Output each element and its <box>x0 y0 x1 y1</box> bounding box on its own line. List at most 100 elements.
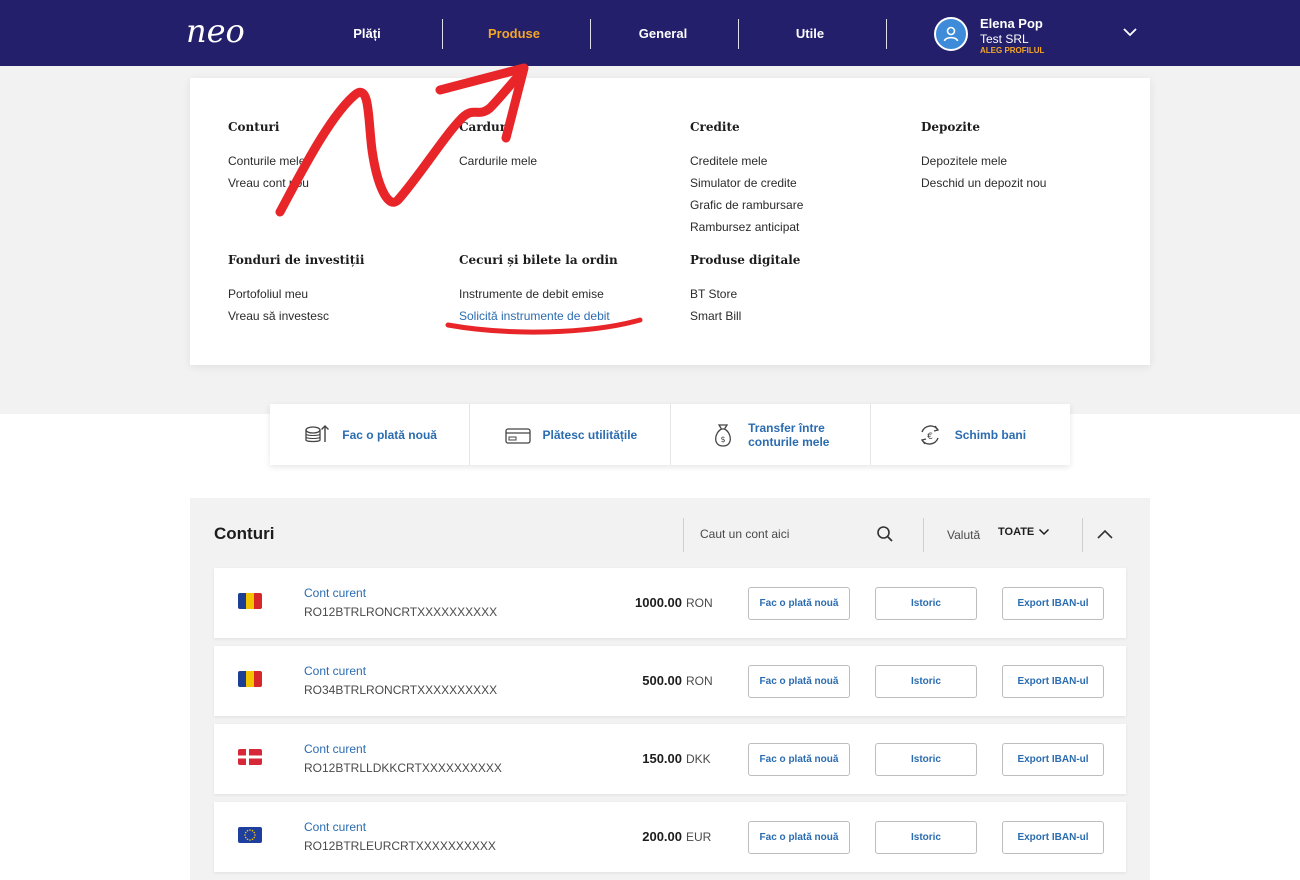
quick-action-label: Plătesc utilitățile <box>542 427 638 442</box>
quick-action-utilities[interactable]: Plătesc utilitățile <box>470 404 671 465</box>
menu-section-title: Carduri <box>459 120 511 134</box>
nav-divider <box>590 19 591 49</box>
romania-flag-icon <box>238 593 262 609</box>
accounts-title: Conturi <box>214 524 275 543</box>
account-currency: DKK <box>686 752 711 766</box>
menu-link-creditele-mele[interactable]: Creditele mele <box>690 150 803 172</box>
account-name-link[interactable]: Cont curent <box>304 586 366 600</box>
menu-section-credite: Credite Creditele mele Simulator de cred… <box>690 120 803 238</box>
export-iban-button[interactable]: Export IBAN-ul <box>1002 587 1104 620</box>
svg-text:$: $ <box>721 435 726 444</box>
account-currency: RON <box>686 674 713 688</box>
account-row[interactable]: Cont curent RO12BTRLEURCRTXXXXXXXXXX 200… <box>214 802 1126 872</box>
exchange-icon: € <box>920 424 939 445</box>
menu-link-conturile-mele[interactable]: Conturile mele <box>228 150 309 172</box>
nav-item-produse[interactable]: Produse <box>474 0 554 66</box>
new-payment-button[interactable]: Fac o plată nouă <box>748 587 850 620</box>
account-search-input[interactable] <box>700 522 870 546</box>
quick-action-label: Fac o plată nouă <box>342 427 437 442</box>
account-balance: 150.00 <box>642 751 682 766</box>
menu-link-rambursez-anticipat[interactable]: Rambursez anticipat <box>690 216 803 238</box>
quick-action-transfer[interactable]: $ Transfer între conturile mele <box>671 404 871 465</box>
menu-section-title: Conturi <box>228 120 280 134</box>
svg-text:€: € <box>927 432 933 442</box>
menu-section-title: Fonduri de investiții <box>228 253 365 267</box>
account-balance: 500.00 <box>642 673 682 688</box>
nav-divider <box>442 19 443 49</box>
history-button[interactable]: Istoric <box>875 587 977 620</box>
menu-link-solicita-instrumente[interactable]: Solicită instrumente de debit <box>459 305 618 327</box>
quick-action-exchange[interactable]: € Schimb bani <box>871 404 1070 465</box>
toolbar-divider <box>923 518 924 552</box>
menu-link-cardurile-mele[interactable]: Cardurile mele <box>459 150 537 172</box>
history-button[interactable]: Istoric <box>875 821 977 854</box>
export-iban-button[interactable]: Export IBAN-ul <box>1002 665 1104 698</box>
export-iban-button[interactable]: Export IBAN-ul <box>1002 743 1104 776</box>
menu-section-title: Credite <box>690 120 740 134</box>
menu-link-vreau-cont-nou[interactable]: Vreau cont nou <box>228 172 309 194</box>
eu-flag-icon <box>238 827 262 843</box>
account-name-link[interactable]: Cont curent <box>304 820 366 834</box>
account-row[interactable]: Cont curent RO12BTRLRONCRTXXXXXXXXXX 100… <box>214 568 1126 638</box>
profile-name: Elena Pop <box>980 16 1043 31</box>
coins-icon <box>305 424 330 442</box>
currency-filter-label: Valută <box>947 528 981 542</box>
nav-item-utile[interactable]: Utile <box>774 0 846 66</box>
account-name-link[interactable]: Cont curent <box>304 742 366 756</box>
nav-divider <box>738 19 739 49</box>
svg-text:neo: neo <box>186 14 245 48</box>
profile-switcher[interactable]: Elena Pop Test SRL ALEG PROFILUL <box>934 14 1154 58</box>
toolbar-divider <box>683 518 684 552</box>
account-iban: RO12BTRLLDKKCRTXXXXXXXXXX <box>304 761 502 775</box>
history-button[interactable]: Istoric <box>875 665 977 698</box>
nav-item-general[interactable]: General <box>624 0 702 66</box>
produse-mega-menu: Conturi Conturile mele Vreau cont nou Ca… <box>190 78 1150 365</box>
account-row[interactable]: Cont curent RO34BTRLRONCRTXXXXXXXXXX 500… <box>214 646 1126 716</box>
menu-section-conturi: Conturi Conturile mele Vreau cont nou <box>228 120 309 194</box>
account-iban: RO12BTRLRONCRTXXXXXXXXXX <box>304 605 498 619</box>
menu-section-title: Depozite <box>921 120 980 134</box>
search-icon[interactable] <box>876 525 894 543</box>
menu-link-portofoliul-meu[interactable]: Portofoliul meu <box>228 283 364 305</box>
new-payment-button[interactable]: Fac o plată nouă <box>748 665 850 698</box>
menu-section-produse-digitale: Produse digitale BT Store Smart Bill <box>690 253 800 327</box>
new-payment-button[interactable]: Fac o plată nouă <box>748 821 850 854</box>
export-iban-button[interactable]: Export IBAN-ul <box>1002 821 1104 854</box>
accounts-panel: Conturi Valută TOATE Cont curent RO12BTR… <box>190 498 1150 880</box>
currency-filter-select[interactable]: TOATE <box>998 526 1050 538</box>
menu-section-cecuri: Cecuri și bilete la ordin Instrumente de… <box>459 253 618 327</box>
quick-action-new-payment[interactable]: Fac o plată nouă <box>270 404 471 465</box>
account-name-link[interactable]: Cont curent <box>304 664 366 678</box>
user-avatar-icon <box>934 17 968 51</box>
chevron-down-icon[interactable] <box>1122 26 1138 38</box>
toolbar-divider <box>1082 518 1083 552</box>
menu-link-smart-bill[interactable]: Smart Bill <box>690 305 800 327</box>
menu-section-fonduri: Fonduri de investiții Portofoliul meu Vr… <box>228 253 364 327</box>
menu-link-vreau-sa-investesc[interactable]: Vreau să investesc <box>228 305 364 327</box>
quick-action-label: Transfer între conturile mele <box>748 420 830 449</box>
menu-link-grafic-rambursare[interactable]: Grafic de rambursare <box>690 194 803 216</box>
account-iban: RO34BTRLRONCRTXXXXXXXXXX <box>304 683 498 697</box>
menu-link-deschid-depozit[interactable]: Deschid un depozit nou <box>921 172 1046 194</box>
money-bag-icon: $ <box>715 423 732 447</box>
menu-section-carduri: Carduri Cardurile mele <box>459 120 537 172</box>
chevron-up-icon[interactable] <box>1096 526 1114 542</box>
nav-item-plati[interactable]: Plăți <box>330 0 404 66</box>
new-payment-button[interactable]: Fac o plată nouă <box>748 743 850 776</box>
history-button[interactable]: Istoric <box>875 743 977 776</box>
menu-link-instrumente-emise[interactable]: Instrumente de debit emise <box>459 283 618 305</box>
menu-link-simulator-credite[interactable]: Simulator de credite <box>690 172 803 194</box>
quick-action-label: Schimb bani <box>954 427 1027 442</box>
account-iban: RO12BTRLEURCRTXXXXXXXXXX <box>304 839 496 853</box>
romania-flag-icon <box>238 671 262 687</box>
neo-logo[interactable]: neo <box>186 14 266 48</box>
menu-section-depozite: Depozite Depozitele mele Deschid un depo… <box>921 120 1046 194</box>
switch-profile-link[interactable]: ALEG PROFILUL <box>980 46 1044 55</box>
account-currency: RON <box>686 596 713 610</box>
menu-link-bt-store[interactable]: BT Store <box>690 283 800 305</box>
menu-section-title: Produse digitale <box>690 253 801 267</box>
chevron-down-icon <box>1039 528 1050 536</box>
account-row[interactable]: Cont curent RO12BTRLLDKKCRTXXXXXXXXXX 15… <box>214 724 1126 794</box>
account-currency: EUR <box>686 830 712 844</box>
menu-link-depozitele-mele[interactable]: Depozitele mele <box>921 150 1046 172</box>
